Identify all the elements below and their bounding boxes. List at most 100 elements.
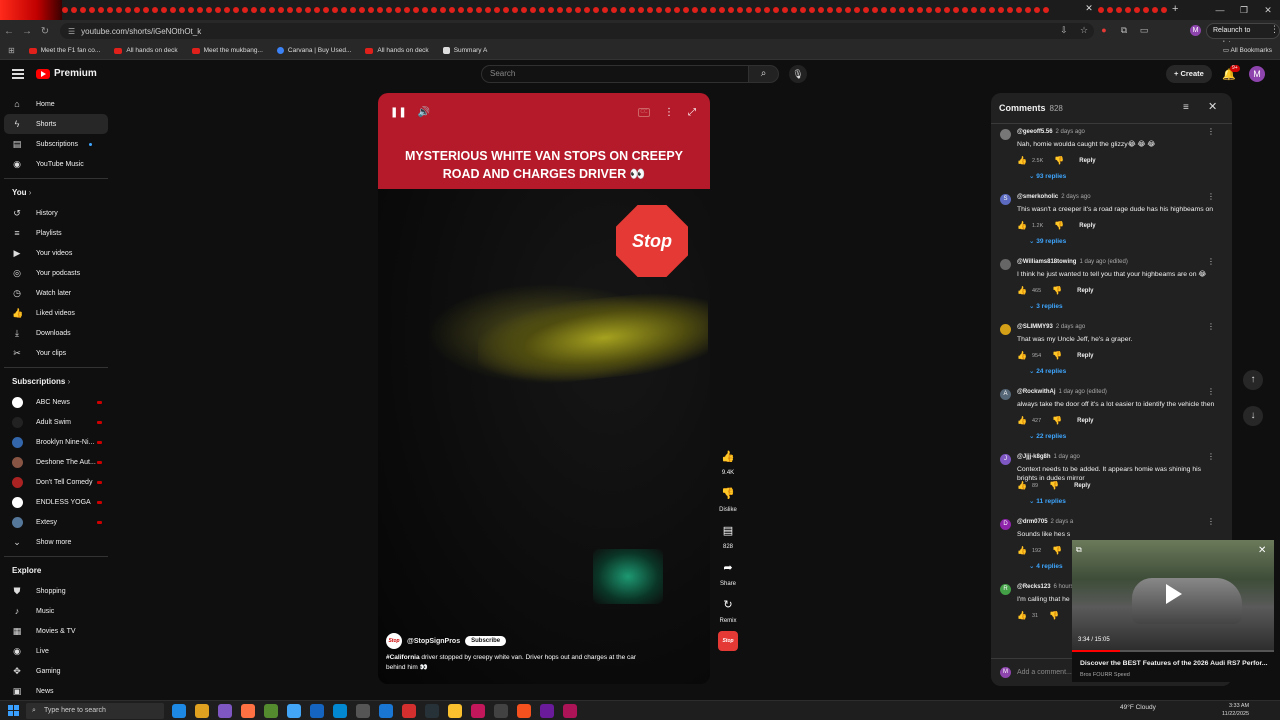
previous-short-arrow-up-icon[interactable]: ↑ xyxy=(1243,370,1263,390)
tab-favicon-icon[interactable] xyxy=(224,7,230,13)
commenter-avatar[interactable] xyxy=(1000,129,1011,140)
tab-favicon-icon[interactable] xyxy=(161,7,167,13)
tab-favicon-icon[interactable] xyxy=(521,7,527,13)
tab-favicon-icon[interactable] xyxy=(260,7,266,13)
comment-more-icon[interactable]: ⋮ xyxy=(1207,452,1215,461)
apps-icon[interactable]: ⊞ xyxy=(8,46,15,55)
youtube-logo[interactable]: Premium xyxy=(36,68,97,79)
tab-favicon-icon[interactable] xyxy=(152,7,158,13)
tab-favicon-icon[interactable] xyxy=(71,7,77,13)
view-replies-button[interactable]: ⌄ 93 replies xyxy=(1029,172,1066,180)
thumbs-down-icon[interactable]: 👎 xyxy=(1052,416,1062,425)
tab-favicon-icon[interactable] xyxy=(620,7,626,13)
tab-favicon-icon[interactable] xyxy=(188,7,194,13)
sidebar-item-shorts[interactable]: ϟ Shorts xyxy=(4,114,108,134)
volume-icon[interactable]: 🔊 xyxy=(416,105,432,121)
sidebar-item-playlists[interactable]: ≡ Playlists xyxy=(4,223,108,243)
channel-name[interactable]: @StopSignPros xyxy=(407,638,460,645)
tab-favicon-icon[interactable] xyxy=(80,7,86,13)
app-icon[interactable] xyxy=(563,704,577,718)
tab-favicon-icon[interactable] xyxy=(1025,7,1031,13)
account-avatar[interactable]: M xyxy=(1249,66,1265,82)
tab-favicon-icon[interactable] xyxy=(656,7,662,13)
tab-favicon-icon[interactable] xyxy=(962,7,968,13)
pause-icon[interactable]: ❚❚ xyxy=(390,105,407,121)
tab-favicon-icon[interactable] xyxy=(377,7,383,13)
add-comment-input[interactable]: Add a comment... xyxy=(1017,669,1072,676)
share-button[interactable]: ➦ Share xyxy=(716,557,740,587)
minimize-icon[interactable]: — xyxy=(1208,0,1232,20)
reply-button[interactable]: Reply xyxy=(1074,483,1090,489)
like-button[interactable]: 👍 9.4K xyxy=(716,446,740,476)
view-replies-button[interactable]: ⌄ 4 replies xyxy=(1029,562,1063,570)
tab-favicon-icon[interactable] xyxy=(530,7,536,13)
tab-favicon-icon[interactable] xyxy=(512,7,518,13)
miniplayer[interactable]: ⧉ ✕ 3:34 / 15:05 Discover the BEST Featu… xyxy=(1072,540,1274,682)
tab-favicon-icon[interactable] xyxy=(395,7,401,13)
tab-favicon-icon[interactable] xyxy=(413,7,419,13)
close-icon[interactable]: ✕ xyxy=(1208,100,1217,113)
channel-avatar[interactable]: Stop xyxy=(386,633,402,649)
tab-favicon-icon[interactable] xyxy=(557,7,563,13)
dislike-button[interactable]: 👎 Dislike xyxy=(716,483,740,513)
tab-favicon-icon[interactable] xyxy=(665,7,671,13)
install-icon[interactable]: ⇩ xyxy=(1058,24,1070,36)
back-icon[interactable]: ← xyxy=(0,26,18,37)
windows-start-icon[interactable] xyxy=(8,705,19,716)
tab-favicon-icon[interactable] xyxy=(269,7,275,13)
tab-favicon-icon[interactable] xyxy=(494,7,500,13)
tab-favicon-icon[interactable] xyxy=(899,7,905,13)
tab-favicon-icon[interactable] xyxy=(296,7,302,13)
sidebar-subscription-item[interactable]: ABC News xyxy=(4,392,108,412)
commenter-avatar[interactable]: A xyxy=(1000,389,1011,400)
commenter-avatar[interactable] xyxy=(1000,259,1011,270)
tab-favicon-icon[interactable] xyxy=(926,7,932,13)
steam-icon[interactable] xyxy=(425,704,439,718)
tab-favicon-icon[interactable] xyxy=(98,7,104,13)
tab-favicon-icon[interactable] xyxy=(548,7,554,13)
settings-icon[interactable] xyxy=(356,704,370,718)
tab-favicon-icon[interactable] xyxy=(368,7,374,13)
sidebar-item-music[interactable]: ♪ Music xyxy=(4,601,108,621)
tab-favicon-icon[interactable] xyxy=(359,7,365,13)
tab-favicon-icon[interactable] xyxy=(755,7,761,13)
tab-favicon-icon[interactable] xyxy=(836,7,842,13)
sidebar-subscription-item[interactable]: Adult Swim xyxy=(4,412,108,432)
sidebar-item-liked-videos[interactable]: 👍 Liked videos xyxy=(4,303,108,323)
tab-favicon-icon[interactable] xyxy=(818,7,824,13)
tab-favicon-icon[interactable] xyxy=(467,7,473,13)
thumbs-down-icon[interactable]: 👎 xyxy=(1049,611,1059,620)
microphone-icon[interactable]: 🎙 xyxy=(789,65,807,83)
view-replies-button[interactable]: ⌄ 11 replies xyxy=(1029,497,1066,505)
reply-button[interactable]: Reply xyxy=(1077,288,1093,294)
thumbs-down-icon[interactable]: 👎 xyxy=(1052,546,1062,555)
tab-favicon-icon[interactable] xyxy=(287,7,293,13)
miniplayer-video[interactable]: ⧉ ✕ 3:34 / 15:05 xyxy=(1072,540,1274,652)
view-replies-button[interactable]: ⌄ 39 replies xyxy=(1029,237,1066,245)
sidebar-subscriptions-heading[interactable]: Subscriptions › xyxy=(0,372,116,392)
tab-favicon-icon[interactable] xyxy=(539,7,545,13)
bookmark-item[interactable]: Meet the mukbang... xyxy=(191,47,263,54)
tab-favicon-icon[interactable] xyxy=(206,7,212,13)
bookmark-item[interactable]: Meet the F1 fan co... xyxy=(28,47,100,54)
tab-close-icon[interactable]: ✕ xyxy=(1082,3,1096,17)
tab-favicon-icon[interactable] xyxy=(710,7,716,13)
tab-favicon-icon[interactable] xyxy=(1016,7,1022,13)
tab-favicon-icon[interactable] xyxy=(638,7,644,13)
sidebar-item-your-clips[interactable]: ✂ Your clips xyxy=(4,343,108,363)
tab-favicon-icon[interactable] xyxy=(143,7,149,13)
comment-author[interactable]: @drm0705 2 days a xyxy=(1017,519,1073,525)
tab-favicon-icon[interactable] xyxy=(683,7,689,13)
tab-favicon-icon[interactable] xyxy=(1098,7,1104,13)
miniplayer-close-icon[interactable]: ✕ xyxy=(1258,545,1266,556)
tab-favicon-icon[interactable] xyxy=(971,7,977,13)
comment-more-icon[interactable]: ⋮ xyxy=(1207,517,1215,526)
app-icon[interactable] xyxy=(402,704,416,718)
app-icon[interactable] xyxy=(218,704,232,718)
tab-favicon-icon[interactable] xyxy=(791,7,797,13)
comment-more-icon[interactable]: ⋮ xyxy=(1207,387,1215,396)
comments-button[interactable]: ▤ 828 xyxy=(716,520,740,550)
tab-favicon-icon[interactable] xyxy=(431,7,437,13)
app-icon[interactable] xyxy=(379,704,393,718)
comment-author[interactable]: @Williams818towing 1 day ago (edited) xyxy=(1017,259,1128,265)
